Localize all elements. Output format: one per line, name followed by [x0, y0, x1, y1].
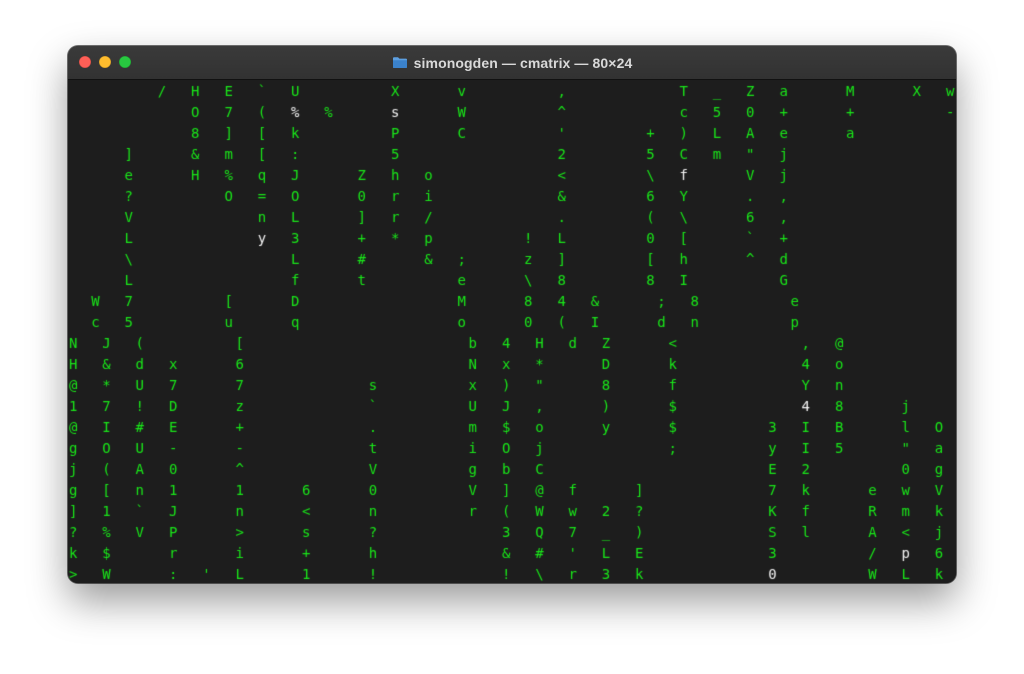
window-title-group: simonogden — cmatrix — 80×24	[392, 55, 633, 71]
minimize-button[interactable]	[99, 56, 111, 68]
terminal-content[interactable]: cmatrix	[68, 80, 956, 583]
zoom-button[interactable]	[119, 56, 131, 68]
matrix-rain-screen	[68, 80, 956, 583]
close-button[interactable]	[79, 56, 91, 68]
folder-icon	[392, 57, 407, 68]
terminal-window: simonogden — cmatrix — 80×24 cmatrix	[68, 46, 956, 583]
window-controls	[79, 56, 131, 68]
window-title: simonogden — cmatrix — 80×24	[413, 54, 633, 71]
title-bar[interactable]: simonogden — cmatrix — 80×24	[68, 46, 956, 80]
